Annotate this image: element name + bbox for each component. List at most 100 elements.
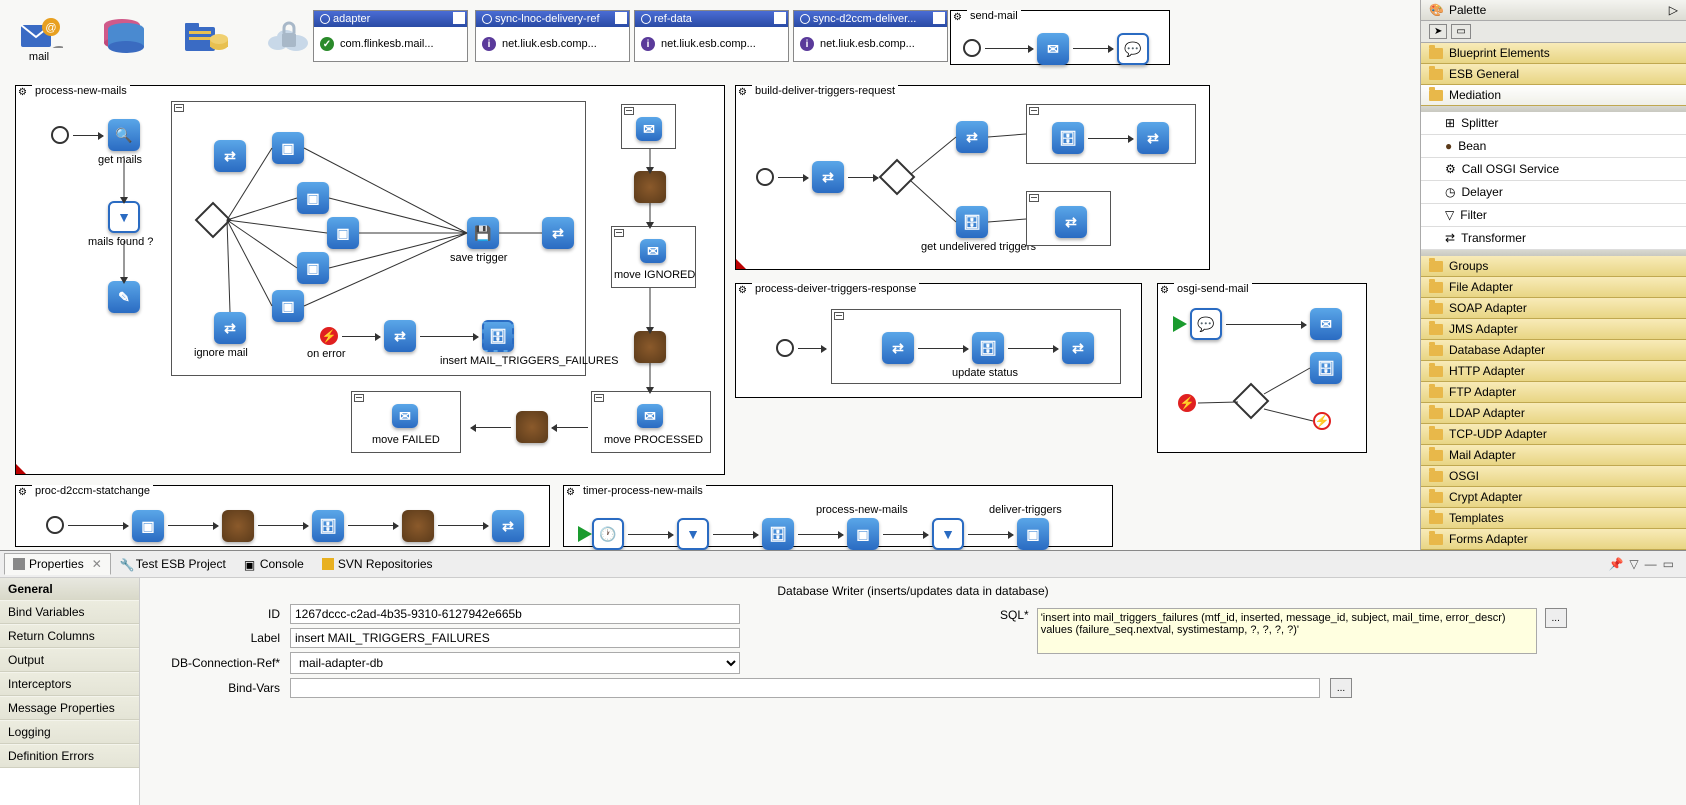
- palette-cat-mail-adapter[interactable]: Mail Adapter: [1421, 445, 1686, 466]
- error-icon[interactable]: ⚡: [1178, 394, 1196, 412]
- close-icon[interactable]: [774, 12, 786, 24]
- route-node[interactable]: ⇄: [1137, 122, 1169, 154]
- task-node[interactable]: ▣: [297, 252, 329, 284]
- palette-cat-mediation[interactable]: Mediation: [1421, 85, 1686, 106]
- mail-node[interactable]: ✉: [640, 239, 666, 263]
- mail-node[interactable]: ✉: [1310, 308, 1342, 340]
- palette-item-bean[interactable]: ●Bean: [1421, 135, 1686, 158]
- start-node[interactable]: [46, 516, 64, 534]
- sub-container[interactable]: ⇄ ▣ ▣ ▣ ▣ ▣ ⇄ ignore mail 💾 save trigger…: [171, 101, 586, 376]
- route-node[interactable]: ⇄: [812, 161, 844, 193]
- save-node[interactable]: 💾: [467, 217, 499, 249]
- timer-node[interactable]: 🕐: [592, 518, 624, 550]
- start-node[interactable]: [51, 126, 69, 144]
- sub-container[interactable]: ✉ move FAILED: [351, 391, 461, 453]
- mail-node[interactable]: ✉: [636, 117, 662, 141]
- tab-svn[interactable]: SVN Repositories: [313, 553, 442, 575]
- route-node[interactable]: ⇄: [384, 320, 416, 352]
- chevron-right-icon[interactable]: ▷: [1669, 3, 1678, 17]
- palette-cat-crypt-adapter[interactable]: Crypt Adapter: [1421, 487, 1686, 508]
- task-node[interactable]: ▣: [272, 132, 304, 164]
- transform-node[interactable]: ✉: [1037, 33, 1069, 65]
- prop-nav-definition-errors[interactable]: Definition Errors: [0, 744, 139, 768]
- choice-node[interactable]: [195, 202, 232, 239]
- route-node[interactable]: ⇄: [214, 140, 246, 172]
- start-node[interactable]: [776, 339, 794, 357]
- start-node[interactable]: [963, 39, 981, 57]
- tab-properties[interactable]: Properties✕: [4, 553, 111, 575]
- tab-console[interactable]: ▣Console: [235, 553, 313, 575]
- sub-container[interactable]: ✉: [621, 104, 676, 149]
- bean-node[interactable]: [634, 171, 666, 203]
- task-node[interactable]: ▣: [297, 182, 329, 214]
- db-node[interactable]: 🗄: [312, 510, 344, 542]
- label-field[interactable]: [290, 628, 740, 648]
- error-icon[interactable]: ⚡: [320, 327, 338, 345]
- mail-tool-icon[interactable]: @ mail: [15, 15, 63, 63]
- palette-item-transformer[interactable]: ⇄Transformer: [1421, 227, 1686, 250]
- close-icon[interactable]: [615, 12, 627, 24]
- minimize-icon[interactable]: —: [1645, 557, 1657, 571]
- id-field[interactable]: [290, 604, 740, 624]
- palette-cat-jms-adapter[interactable]: JMS Adapter: [1421, 319, 1686, 340]
- bindvars-more-button[interactable]: ...: [1330, 678, 1352, 698]
- component-sync-d2ccm[interactable]: sync-d2ccm-deliver... inet.liuk.esb.comp…: [793, 10, 948, 62]
- sql-more-button[interactable]: ...: [1545, 608, 1567, 628]
- close-icon[interactable]: ✕: [92, 557, 102, 571]
- close-icon[interactable]: [453, 12, 465, 24]
- close-icon[interactable]: [933, 12, 945, 24]
- maximize-icon[interactable]: ▭: [1663, 557, 1674, 571]
- palette-cat-forms-adapter[interactable]: Forms Adapter: [1421, 529, 1686, 550]
- flow-osgi-send-mail[interactable]: ⚙ osgi-send-mail 💬 ✉ 🗄 ⚡ ⚡: [1157, 283, 1367, 453]
- dbref-select[interactable]: mail-adapter-db: [290, 652, 740, 674]
- flow-process-deliver-resp[interactable]: ⚙ process-deiver-triggers-response ⇄ 🗄 u…: [735, 283, 1142, 398]
- palette-cat-file-adapter[interactable]: File Adapter: [1421, 277, 1686, 298]
- flow-timer-process[interactable]: ⚙ timer-process-new-mails 🕐 ▼ 🗄 ▣ proces…: [563, 485, 1113, 547]
- bean-node[interactable]: [634, 331, 666, 363]
- error-out-icon[interactable]: ⚡: [1313, 412, 1331, 430]
- sub-container[interactable]: ✉ move IGNORED: [611, 226, 696, 288]
- prop-nav-return-columns[interactable]: Return Columns: [0, 624, 139, 648]
- palette-item-delayer[interactable]: ◷Delayer: [1421, 181, 1686, 204]
- sub-container[interactable]: ⇄: [1026, 191, 1111, 246]
- palette-cat-tcp-udp-adapter[interactable]: TCP-UDP Adapter: [1421, 424, 1686, 445]
- flow-process-new-mails[interactable]: ⚙ process-new-mails 🔍 get mails ▼ mails …: [15, 85, 725, 475]
- marquee-tool[interactable]: ▭: [1451, 24, 1470, 39]
- db-stack-icon[interactable]: [98, 15, 146, 63]
- bindvars-field[interactable]: [290, 678, 1320, 698]
- palette-cat-esb-general[interactable]: ESB General: [1421, 64, 1686, 85]
- component-sync-lnoc[interactable]: sync-lnoc-delivery-ref inet.liuk.esb.com…: [475, 10, 630, 62]
- bean-node[interactable]: [516, 411, 548, 443]
- task-node[interactable]: ▣: [272, 290, 304, 322]
- prop-nav-general[interactable]: General: [0, 578, 139, 600]
- route-node[interactable]: ⇄: [882, 332, 914, 364]
- bean-node[interactable]: [402, 510, 434, 542]
- db-insert-node[interactable]: 🗄: [482, 320, 514, 352]
- play-icon[interactable]: [1173, 316, 1187, 332]
- flow-send-mail[interactable]: ⚙ send-mail ✉ 💬: [950, 10, 1170, 65]
- palette-cat-database-adapter[interactable]: Database Adapter: [1421, 340, 1686, 361]
- route-node[interactable]: ⇄: [542, 217, 574, 249]
- task-node[interactable]: ▣: [327, 217, 359, 249]
- route-node[interactable]: ⇄: [1062, 332, 1094, 364]
- prop-nav-logging[interactable]: Logging: [0, 720, 139, 744]
- route-node[interactable]: ⇄: [956, 121, 988, 153]
- component-ref-data[interactable]: ref-data inet.liuk.esb.comp...: [634, 10, 789, 62]
- route-node[interactable]: ⇄: [1055, 206, 1087, 238]
- prop-nav-bind-variables[interactable]: Bind Variables: [0, 600, 139, 624]
- prop-nav-interceptors[interactable]: Interceptors: [0, 672, 139, 696]
- mail-node[interactable]: ✉: [637, 404, 663, 428]
- palette-cat-http-adapter[interactable]: HTTP Adapter: [1421, 361, 1686, 382]
- task-node[interactable]: ▣: [132, 510, 164, 542]
- start-node[interactable]: [756, 168, 774, 186]
- task-node[interactable]: ▣: [1017, 518, 1049, 550]
- prop-nav-output[interactable]: Output: [0, 648, 139, 672]
- choice-node[interactable]: [879, 159, 916, 196]
- component-adapter[interactable]: adapter ✓com.flinkesb.mail...: [313, 10, 468, 62]
- db-node[interactable]: 🗄: [762, 518, 794, 550]
- osgi-node[interactable]: 💬: [1190, 308, 1222, 340]
- sub-container[interactable]: ⇄ 🗄 update status ⇄: [831, 309, 1121, 384]
- pointer-tool[interactable]: ➤: [1429, 24, 1447, 39]
- db-node[interactable]: 🗄: [956, 206, 988, 238]
- route-node[interactable]: ⇄: [492, 510, 524, 542]
